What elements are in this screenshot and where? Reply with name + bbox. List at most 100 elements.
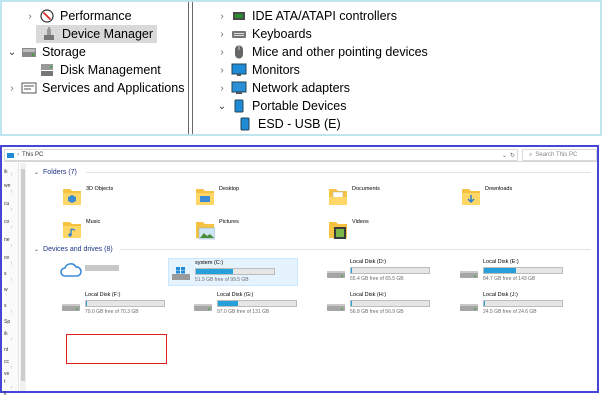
drive-c[interactable]: system (C:) 51.9 GB free of 99.5 GB [168,258,298,286]
breadcrumb-this-pc[interactable]: This PC [22,152,43,158]
chevron-right-icon[interactable]: › [216,29,228,40]
device-category-monitors[interactable]: › Monitors [216,61,300,79]
device-category-label: Portable Devices [252,99,347,113]
highlight-annotation-box [66,334,167,364]
pin-icon: ↑ [10,309,13,315]
folder-3d-objects[interactable]: 3D Objects [62,184,172,210]
chevron-right-icon[interactable]: › [24,11,36,22]
pin-icon: ↑ [10,225,13,231]
device-category-label: Keyboards [252,27,312,41]
drive-free-space: 97.0 GB free of 131 GB [217,309,270,315]
hard-drive-icon [460,304,478,311]
device-category-ide[interactable]: › IDE ATA/ATAPI controllers [216,7,397,25]
console-tree: › Performance Device Manager ⌄ Storage D… [2,2,188,134]
tree-item-disk-management[interactable]: Disk Management [24,61,161,79]
folder-name: Downloads [485,186,513,192]
nav-pane-label[interactable]: s [4,303,7,309]
redacted-name [85,265,119,271]
chevron-right-icon[interactable]: › [6,83,18,94]
drive-usage-bar [195,268,275,275]
search-placeholder: Search This PC [535,152,578,158]
storage-icon [21,45,37,59]
tree-item-device-manager[interactable]: Device Manager [24,25,158,43]
address-bar-row: › This PC ⌄ ↻ ⌕ Search This PC [4,149,597,162]
nav-pane-label[interactable]: Sp [4,319,10,325]
folder-documents[interactable]: Documents [328,184,438,210]
tree-item-services-and-applications[interactable]: › Services and Applications [6,79,184,97]
nav-pane-label[interactable]: nt [4,347,8,353]
music-folder-icon [63,222,81,238]
drive-d[interactable]: Local Disk (D:) 65.4 GB free of 65.5 GB [324,258,454,286]
nav-pane-label[interactable]: t [4,379,5,385]
device-category-network[interactable]: › Network adapters [216,79,350,97]
monitor-icon [231,63,247,77]
folder-music[interactable]: Music [62,217,172,243]
tree-item-performance[interactable]: › Performance [24,7,131,25]
device-category-keyboards[interactable]: › Keyboards [216,25,312,43]
drive-g[interactable]: Local Disk (G:) 97.0 GB free of 131 GB [191,291,321,319]
chevron-right-icon[interactable]: › [216,83,228,94]
nav-pane-label[interactable]: ve [4,371,9,377]
chevron-right-icon[interactable]: › [216,65,228,76]
scrollbar-thumb[interactable] [21,169,25,381]
group-divider [120,249,591,250]
computer-management-panel: › Performance Device Manager ⌄ Storage D… [0,0,602,136]
nav-pane-label[interactable]: cu [4,201,9,207]
nav-pane-label[interactable]: cc [4,359,9,365]
search-input[interactable]: ⌕ Search This PC [522,149,597,161]
refresh-icon[interactable]: ↻ [510,152,515,159]
drive-e[interactable]: Local Disk (E:) 84.7 GB free of 143 GB [457,258,587,286]
device-category-label: Network adapters [252,81,350,95]
folder-pictures[interactable]: Pictures [195,217,305,243]
chevron-down-icon[interactable]: ⌄ [34,246,39,253]
nav-pane-label[interactable]: k [4,391,7,396]
nav-pane-label[interactable]: ik [4,331,8,337]
drive-free-space: 24.5 GB free of 24.6 GB [483,309,537,315]
folder-downloads[interactable]: Downloads [461,184,571,210]
drive-usage-fill [196,269,234,274]
device-item-esd-usb[interactable]: ESD - USB (E) [234,115,341,133]
address-bar[interactable]: › This PC ⌄ ↻ [4,149,518,161]
group-divider [86,172,591,173]
folder-videos[interactable]: Videos [328,217,438,243]
nav-pane-label[interactable]: ov [4,255,9,261]
drive-f[interactable]: Local Disk (F:) 70.0 GB free of 70.3 GB [59,291,189,319]
tree-item-storage[interactable]: ⌄ Storage [6,43,86,61]
chevron-down-icon[interactable]: ⌄ [6,47,18,58]
chevron-down-icon[interactable]: ⌄ [34,169,39,176]
nav-pane-label[interactable]: w [4,287,8,293]
nav-pane-label[interactable]: s [4,271,7,277]
drive-usage-bar [483,300,563,307]
tree-item-label: Device Manager [62,27,154,41]
pane-splitter[interactable] [188,2,193,134]
pin-icon: ↑ [10,261,13,267]
keyboard-icon [231,27,247,41]
nav-pane-label[interactable]: ne [4,237,10,243]
group-title: Folders (7) [43,168,77,176]
drive-usage-bar [483,267,563,274]
chevron-down-icon[interactable]: ⌄ [216,101,228,112]
nav-pane-label[interactable]: co [4,219,9,225]
pin-icon: ↑ [10,337,13,343]
device-category-mice[interactable]: › Mice and other pointing devices [216,43,427,61]
pin-icon: ↑ [10,207,13,213]
drive-h[interactable]: Local Disk (H:) 56.8 GB free of 56.9 GB [324,291,454,319]
address-dropdown-icon[interactable]: ⌄ [502,152,507,159]
navigation-scrollbar[interactable] [20,163,26,391]
pin-icon: ↑ [10,243,13,249]
drive-j[interactable]: Local Disk (J:) 24.5 GB free of 24.6 GB [457,291,587,319]
drive-usage-bar [217,300,297,307]
navigation-pane: ik ↑ wn ↑ cu ↑ co ↑ ne ↑ ov ↑ s ↑ w s ↑ … [4,163,19,396]
hard-drive-icon [194,304,212,311]
cloud-drive-item[interactable] [57,257,127,285]
devices-group-header[interactable]: ⌄ Devices and drives (8) [34,244,113,254]
search-icon: ⌕ [529,151,533,158]
chevron-right-icon[interactable]: › [216,47,228,58]
drive-usage-fill [484,268,516,273]
chevron-right-icon[interactable]: › [216,11,228,22]
folders-group-header[interactable]: ⌄ Folders (7) [34,167,77,177]
device-category-portable[interactable]: ⌄ Portable Devices [216,97,347,115]
nav-pane-label[interactable]: ik [4,169,8,175]
folder-desktop[interactable]: Desktop [195,184,305,210]
drive-name: Local Disk (H:) [350,292,387,298]
